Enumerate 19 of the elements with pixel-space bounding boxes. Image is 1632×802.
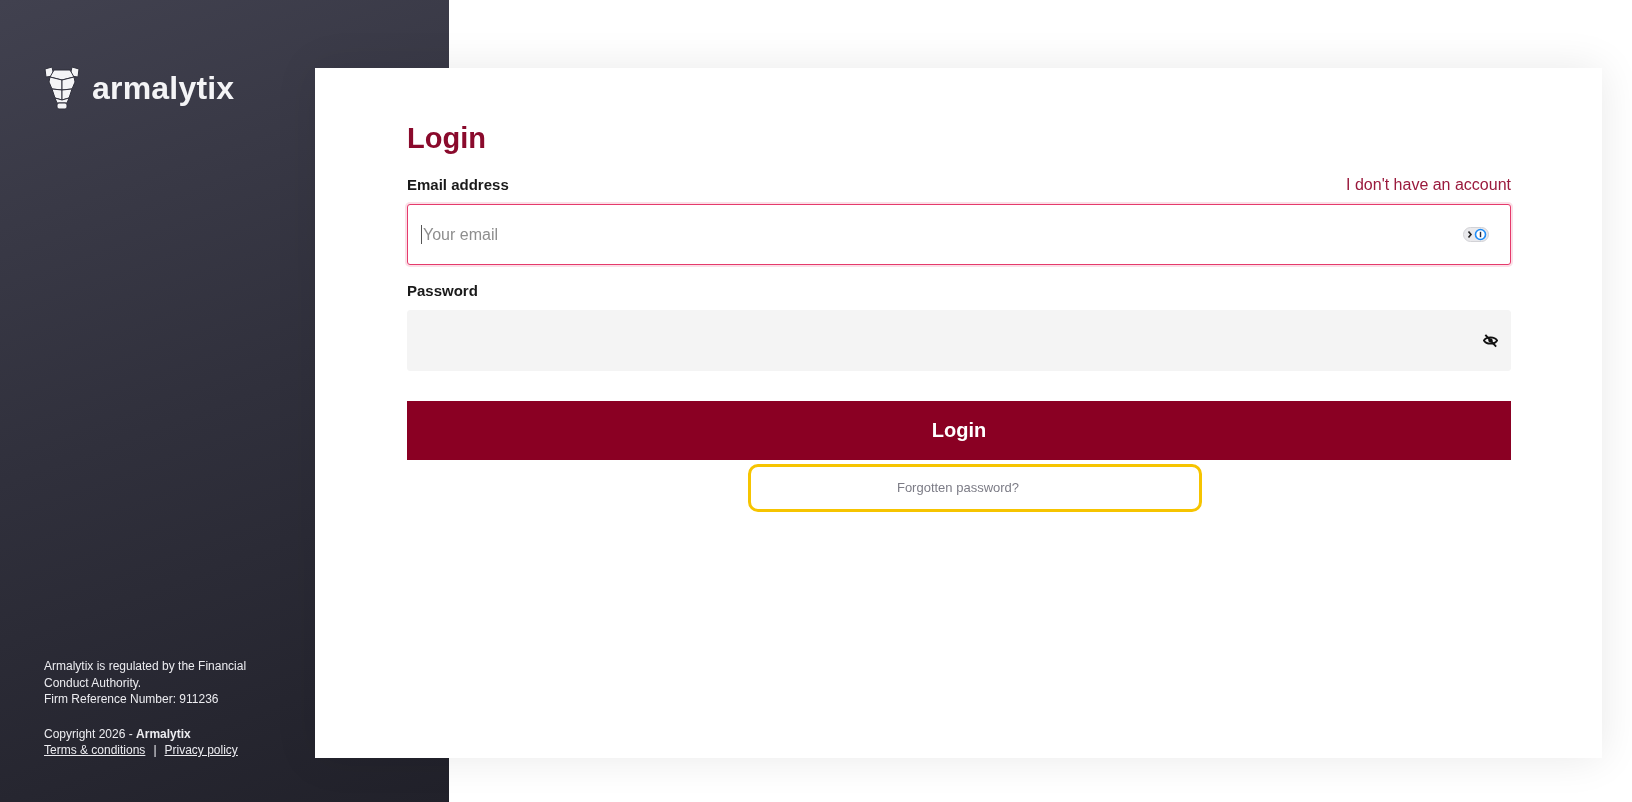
email-field[interactable]: Your email [407,204,1511,265]
terms-link[interactable]: Terms & conditions [44,742,146,759]
text-cursor [421,225,422,244]
signup-link[interactable]: I don't have an account [1346,176,1511,194]
email-label: Email address [407,175,509,195]
password-label: Password [407,281,478,301]
login-title: Login [407,121,486,156]
login-button[interactable]: Login [407,401,1511,460]
password-field[interactable] [407,310,1511,371]
regulation-text: Armalytix is regulated by the Financial Conduct Authority. [44,658,248,692]
forgotten-password-button[interactable]: Forgotten password? [748,464,1202,512]
logo-icon [44,66,80,110]
brand-name: armalytix [92,69,235,107]
autofill-icon[interactable] [1463,227,1489,242]
copyright-text: Copyright 2026 - Armalytix [44,725,192,743]
link-separator: | [153,742,157,759]
privacy-link[interactable]: Privacy policy [164,742,238,759]
reference-number: Firm Reference Number: 911236 [44,691,220,708]
eye-slash-icon[interactable] [1483,333,1498,348]
